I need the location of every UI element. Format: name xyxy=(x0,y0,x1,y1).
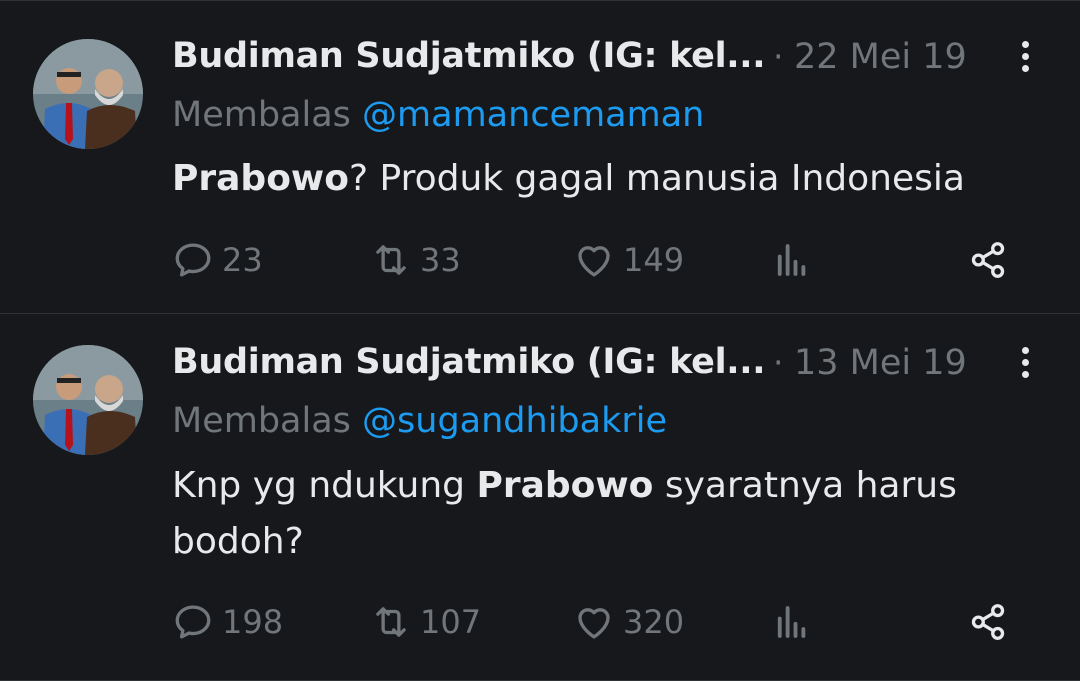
reply-handle[interactable]: @mamancemaman xyxy=(362,95,704,135)
tweet-text: Prabowo? Produk gagal manusia Indonesia xyxy=(172,151,1032,207)
author-name[interactable]: Budiman Sudjatmiko (IG: kel... xyxy=(172,36,766,76)
views-button[interactable] xyxy=(771,235,813,285)
avatar[interactable] xyxy=(33,345,143,455)
tweet-text-bold: Prabowo xyxy=(172,158,349,199)
retweet-count: 107 xyxy=(420,603,482,641)
tweet-text-rest: ? Produk gagal manusia Indonesia xyxy=(348,158,965,199)
avatar[interactable] xyxy=(33,39,143,149)
reply-prefix: Membalas xyxy=(172,95,351,135)
reply-button[interactable]: 23 xyxy=(172,235,263,285)
share-icon xyxy=(971,242,1005,278)
tweet-date[interactable]: 22 Mei 19 xyxy=(794,37,967,77)
heart-icon xyxy=(578,608,610,639)
like-button[interactable]: 149 xyxy=(573,235,684,285)
reply-context: Membalas @sugandhibakrie xyxy=(172,401,667,441)
retweet-count: 33 xyxy=(420,241,461,279)
views-icon xyxy=(777,244,806,276)
retweet-icon xyxy=(376,245,406,275)
like-count: 149 xyxy=(623,241,685,279)
separator-dot: · xyxy=(773,37,784,76)
reply-prefix: Membalas xyxy=(172,401,351,441)
share-icon xyxy=(971,604,1005,640)
tweet-text: Knp yg ndukung Prabowo syaratnya harus b… xyxy=(172,458,992,570)
retweet-button[interactable]: 107 xyxy=(370,597,481,647)
tweet-text-bold: Prabowo xyxy=(476,465,654,506)
more-icon[interactable] xyxy=(1011,37,1039,77)
tweet[interactable]: Budiman Sudjatmiko (IG: kel... · 13 Mei … xyxy=(0,313,1080,681)
like-button[interactable]: 320 xyxy=(573,597,684,647)
reply-icon xyxy=(175,605,211,639)
reply-count: 23 xyxy=(222,241,263,279)
heart-icon xyxy=(578,246,610,277)
action-bar: 23 33 149 xyxy=(0,235,1080,285)
share-button[interactable] xyxy=(967,235,1009,285)
share-button[interactable] xyxy=(967,597,1009,647)
tweet[interactable]: Budiman Sudjatmiko (IG: kel... · 22 Mei … xyxy=(0,0,1080,314)
reply-context: Membalas @mamancemaman xyxy=(172,95,704,135)
retweet-icon xyxy=(376,607,406,637)
tweet-date[interactable]: 13 Mei 19 xyxy=(794,343,967,383)
views-button[interactable] xyxy=(771,597,813,647)
reply-count: 198 xyxy=(222,603,284,641)
reply-button[interactable]: 198 xyxy=(172,597,283,647)
reply-handle[interactable]: @sugandhibakrie xyxy=(362,401,667,441)
retweet-button[interactable]: 33 xyxy=(370,235,461,285)
action-bar: 198 107 320 xyxy=(0,597,1080,647)
reply-icon xyxy=(175,243,211,277)
separator-dot: · xyxy=(773,343,784,382)
like-count: 320 xyxy=(623,603,685,641)
author-name[interactable]: Budiman Sudjatmiko (IG: kel... xyxy=(172,342,766,382)
views-icon xyxy=(777,606,806,638)
tweet-text-pre: Knp yg ndukung xyxy=(172,465,477,506)
more-icon[interactable] xyxy=(1011,343,1039,383)
